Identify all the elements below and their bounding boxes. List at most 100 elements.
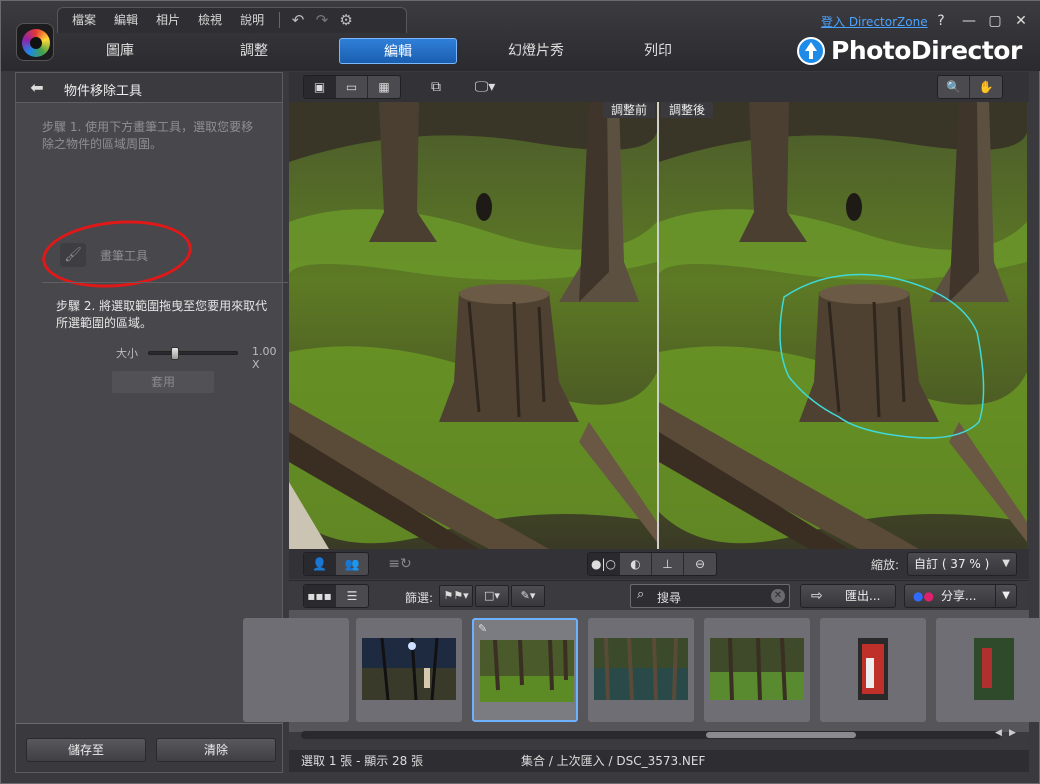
compare-mode-group: ●|○ ◐ ⊥ ⊖ <box>587 552 717 576</box>
size-slider-knob[interactable] <box>171 347 180 360</box>
menu-view[interactable]: 檢視 <box>189 9 231 31</box>
color-label-filter-select[interactable]: □▾ <box>475 585 509 607</box>
minimize-button[interactable]: — <box>959 11 979 31</box>
monitor-icon[interactable]: 🖵▾ <box>465 76 505 98</box>
navigation-tools-group: 🔍 ✋ <box>937 75 1003 99</box>
thumbnail[interactable] <box>936 618 1040 722</box>
redo-icon[interactable]: ↷ <box>310 9 334 31</box>
apply-button[interactable]: 套用 <box>112 371 214 393</box>
back-arrow-icon[interactable]: ⬅ <box>24 79 50 97</box>
zoom-value: 自訂 ( 37 % ) <box>914 557 990 571</box>
scroll-left-icon[interactable]: ◀ <box>995 728 1002 738</box>
collection-path: 集合 / 上次匯入 / DSC_3573.NEF <box>521 754 706 768</box>
step2-instructions: 步驟 2. 將選取範圍拖曳至您要用來取代所選範圍的區域。 <box>56 299 268 330</box>
dropdown-arrow-icon: ▼ <box>1002 558 1010 569</box>
compare-view-icon[interactable]: ▣ <box>304 76 336 98</box>
help-icon[interactable]: ? <box>931 11 951 31</box>
selection-status: 選取 1 張 - 顯示 28 張 <box>301 754 424 768</box>
split-vertical-icon[interactable]: ◐ <box>620 553 652 575</box>
scroll-right-icon[interactable]: ▶ <box>1009 728 1016 738</box>
side-by-side-icon[interactable]: ●|○ <box>588 553 620 575</box>
thumbnail-view-icon[interactable]: ▪▪▪ <box>304 585 336 607</box>
search-icon: ⌕ <box>637 587 645 602</box>
app-window: 檔案 編輯 相片 檢視 說明 ↶ ↷ ⚙ 登入 DirectorZone ? —… <box>0 0 1040 784</box>
after-label: 調整後 <box>661 102 714 118</box>
thumbnail[interactable] <box>356 618 462 722</box>
settings-gear-icon[interactable]: ⚙ <box>334 9 358 31</box>
size-slider[interactable] <box>148 347 238 360</box>
panel-divider <box>42 282 288 283</box>
save-to-button[interactable]: 儲存至 <box>26 738 146 762</box>
photo-viewer: 調整前 調整後 <box>289 102 1027 549</box>
menu-photo[interactable]: 相片 <box>147 9 189 31</box>
clear-search-icon[interactable]: ✕ <box>771 589 785 603</box>
signin-link[interactable]: 登入 DirectorZone <box>821 13 928 30</box>
filter-label: 篩選: <box>405 591 434 605</box>
size-label: 大小 <box>116 347 138 360</box>
stack-rotate-icon[interactable]: ≡↻ <box>385 553 415 575</box>
tab-adjust[interactable]: 調整 <box>195 38 313 64</box>
brush-tool-button[interactable]: 🖌 畫筆工具 <box>60 243 170 267</box>
thumbnail-image <box>480 640 574 702</box>
clear-button[interactable]: 清除 <box>156 738 276 762</box>
close-button[interactable]: ✕ <box>1011 11 1031 31</box>
export-button[interactable]: ⇨ 匯出... <box>800 584 896 608</box>
tab-slideshow[interactable]: 幻燈片秀 <box>477 38 595 64</box>
share-label: 分享... <box>941 589 977 603</box>
thumbnail-image <box>594 638 688 700</box>
menu-separator <box>279 12 281 28</box>
split-horizontal-icon[interactable]: ⊥ <box>652 553 684 575</box>
brush-icon: 🖌 <box>60 243 86 267</box>
edit-filter-select[interactable]: ✎▾ <box>511 585 545 607</box>
filmstrip-scrollbar[interactable] <box>301 731 1001 739</box>
share-dots-icon: ●● <box>913 589 934 603</box>
single-face-icon[interactable]: 👤 <box>304 553 336 575</box>
share-button[interactable]: ●● 分享... ▼ <box>904 584 1017 608</box>
size-value: 1.00 X <box>252 345 277 371</box>
app-logo <box>16 23 54 61</box>
menu-edit[interactable]: 編輯 <box>105 9 147 31</box>
export-icon: ⇨ <box>811 588 823 604</box>
scrollbar-thumb[interactable] <box>706 732 856 738</box>
tab-edit[interactable]: 編輯 <box>339 38 457 64</box>
before-label: 調整前 <box>602 102 655 118</box>
browser-toolbar: ▪▪▪ ☰ 篩選: ⚑⚑▾ □▾ ✎▾ ⌕ 搜尋 ✕ ⇨ 匯出... ●● 分享… <box>289 580 1029 610</box>
single-view-icon[interactable]: ▭ <box>336 76 368 98</box>
undo-icon[interactable]: ↶ <box>286 9 310 31</box>
step1-instructions: 步驟 1. 使用下方畫筆工具，選取您要移除之物件的區域周圍。 <box>42 120 254 151</box>
view-toolbar: ▣ ▭ ▦ ⧉ 🖵▾ 🔍 ✋ <box>289 72 1029 102</box>
zoom-select[interactable]: 自訂 ( 37 % ) ▼ <box>907 552 1017 576</box>
brand: PhotoDirector <box>797 36 1022 65</box>
menu-bar: 檔案 編輯 相片 檢視 說明 ↶ ↷ ⚙ <box>63 9 358 31</box>
thumbnail-selected[interactable]: ✎ <box>472 618 578 722</box>
edited-pencil-icon: ✎ <box>478 622 488 635</box>
export-label: 匯出... <box>845 589 881 603</box>
thumbnail[interactable] <box>704 618 810 722</box>
rotate-compare-icon[interactable]: ⧉ <box>421 76 451 98</box>
brush-tool-label: 畫筆工具 <box>100 249 149 263</box>
multi-face-icon[interactable]: 👥 <box>336 553 368 575</box>
thumbnail[interactable] <box>588 618 694 722</box>
grid-view-icon[interactable]: ▦ <box>368 76 400 98</box>
flag-filter-select[interactable]: ⚑⚑▾ <box>439 585 473 607</box>
thumbnail-image <box>858 638 888 700</box>
main-area: ▣ ▭ ▦ ⧉ 🖵▾ 🔍 ✋ 調整前 調整後 👤 👥 ≡↻ ●|○ ◐ ⊥ ⊖ … <box>243 72 1040 772</box>
magnifier-icon[interactable]: 🔍 <box>938 76 970 98</box>
menu-help[interactable]: 說明 <box>231 9 273 31</box>
split-circle-icon[interactable]: ⊖ <box>684 553 716 575</box>
mode-tabs: 圖庫 調整 編輯 幻燈片秀 列印 <box>61 38 717 64</box>
before-photo[interactable]: 調整前 <box>289 102 657 549</box>
filmstrip: ✎ ◀ ▶ <box>243 610 1040 739</box>
hand-icon[interactable]: ✋ <box>970 76 1002 98</box>
thumbnail[interactable] <box>243 618 349 722</box>
thumbnail[interactable] <box>820 618 926 722</box>
maximize-button[interactable]: ▢ <box>985 11 1005 31</box>
after-photo-image <box>659 102 1027 549</box>
share-dropdown-icon[interactable]: ▼ <box>995 585 1010 607</box>
tab-library[interactable]: 圖庫 <box>61 38 179 64</box>
menu-file[interactable]: 檔案 <box>63 9 105 31</box>
list-view-icon[interactable]: ☰ <box>336 585 368 607</box>
after-photo[interactable]: 調整後 <box>659 102 1027 549</box>
search-input[interactable]: ⌕ 搜尋 ✕ <box>630 584 790 608</box>
tab-print[interactable]: 列印 <box>599 38 717 64</box>
